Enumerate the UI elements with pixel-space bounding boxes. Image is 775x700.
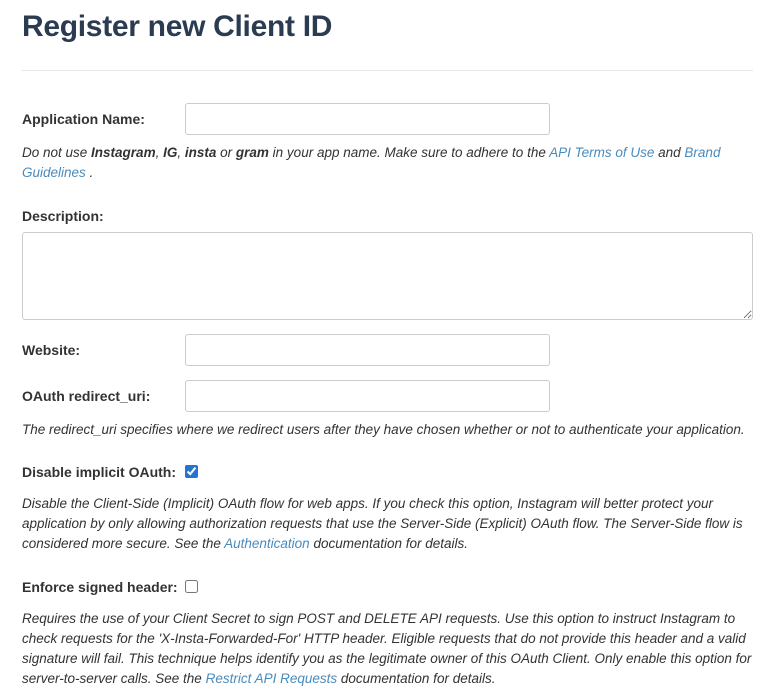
help-text-span: documentation for details. [337,671,495,686]
banned-word: insta [185,145,217,160]
disable-implicit-help: Disable the Client-Side (Implicit) OAuth… [22,494,753,555]
help-text-span: and [654,145,684,160]
banned-word: gram [236,145,269,160]
enforce-signed-checkbox[interactable] [185,580,198,593]
authentication-link[interactable]: Authentication [224,536,310,551]
enforce-signed-row: Enforce signed header: [22,579,753,595]
description-block: Description: [22,208,753,320]
banned-word: Instagram [91,145,156,160]
app-name-row: Application Name: [22,103,753,135]
website-row: Website: [22,334,753,366]
app-name-help: Do not use Instagram, IG, insta or gram … [22,143,753,184]
page-title: Register new Client ID [22,10,753,44]
disable-implicit-row: Disable implicit OAuth: [22,464,753,480]
enforce-signed-help: Requires the use of your Client Secret t… [22,609,753,690]
oauth-label: OAuth redirect_uri: [22,380,185,404]
oauth-redirect-input[interactable] [185,380,550,412]
help-text-span: , [177,145,185,160]
website-input-col [185,334,753,366]
disable-implicit-label: Disable implicit OAuth: [22,464,185,480]
disable-implicit-checkbox[interactable] [185,465,198,478]
help-text-span: , [156,145,164,160]
oauth-row: OAuth redirect_uri: [22,380,753,412]
help-text-span: documentation for details. [310,536,468,551]
banned-word: IG [163,145,177,160]
api-terms-link[interactable]: API Terms of Use [549,145,654,160]
enforce-signed-label: Enforce signed header: [22,579,185,595]
divider [22,70,753,71]
website-input[interactable] [185,334,550,366]
help-text-span: or [216,145,236,160]
description-label: Description: [22,208,753,224]
app-name-input[interactable] [185,103,550,135]
website-label: Website: [22,334,185,358]
help-text-span: Do not use [22,145,91,160]
description-input[interactable] [22,232,753,320]
restrict-api-link[interactable]: Restrict API Requests [206,671,338,686]
oauth-help: The redirect_uri specifies where we redi… [22,420,753,440]
help-text-span: in your app name. Make sure to adhere to… [269,145,549,160]
app-name-label: Application Name: [22,103,185,127]
app-name-input-col [185,103,753,135]
help-text-span: . [86,165,94,180]
oauth-input-col [185,380,753,412]
